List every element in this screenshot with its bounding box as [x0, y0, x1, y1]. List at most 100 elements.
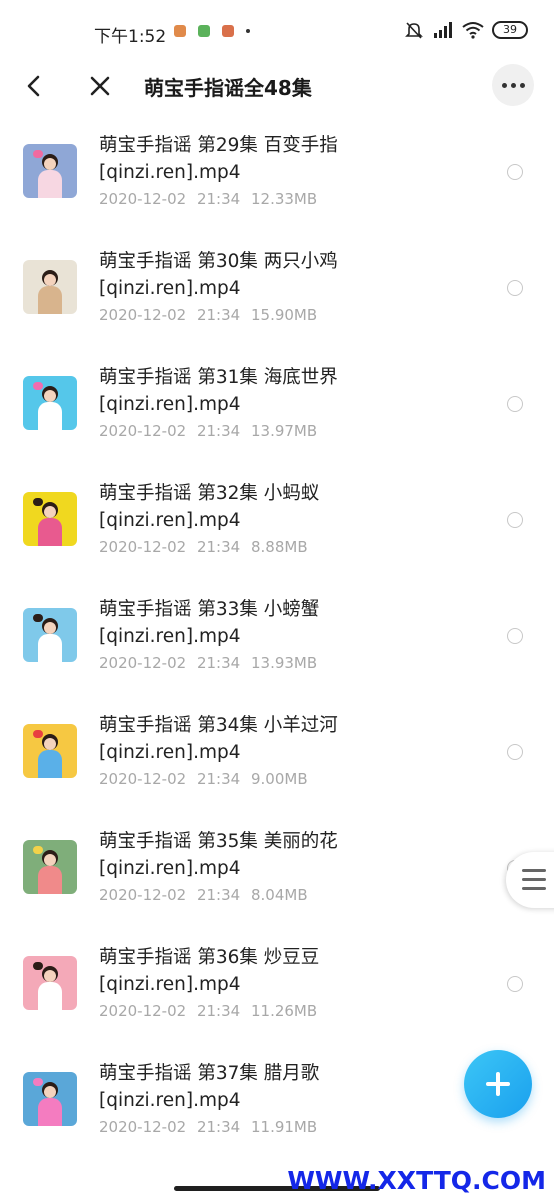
file-row[interactable]: 萌宝手指谣 第30集 两只小鸡 [qinzi.ren].mp4 2020-12-…	[0, 236, 554, 352]
file-name-line1: 萌宝手指谣 第29集 百变手指	[99, 135, 338, 156]
status-time: 下午1:52	[94, 27, 167, 47]
page-title: 萌宝手指谣全48集	[144, 76, 312, 100]
file-meta: 2020-12-02 21:34 8.88MB	[99, 538, 308, 556]
select-radio[interactable]	[507, 744, 523, 760]
chevron-left-icon	[27, 75, 40, 97]
file-time: 21:34	[196, 422, 241, 440]
file-row[interactable]: 萌宝手指谣 第29集 百变手指 [qinzi.ren].mp4 2020-12-…	[0, 120, 554, 236]
file-list: 萌宝手指谣 第29集 百变手指 [qinzi.ren].mp4 2020-12-…	[0, 120, 554, 1164]
file-name-line2: [qinzi.ren].mp4	[99, 742, 241, 763]
file-meta: 2020-12-02 21:34 15.90MB	[99, 306, 317, 324]
battery-indicator: 39	[492, 21, 528, 39]
thumbnail-face	[44, 274, 56, 286]
thumbnail-bow-icon	[33, 962, 43, 970]
file-name-line1: 萌宝手指谣 第34集 小羊过河	[99, 715, 338, 736]
file-size: 9.00MB	[250, 770, 308, 788]
file-name-line2: [qinzi.ren].mp4	[99, 974, 241, 995]
thumbnail-face	[44, 970, 56, 982]
menu-icon	[522, 887, 546, 890]
menu-icon	[522, 869, 546, 872]
side-menu-handle[interactable]	[506, 852, 554, 908]
file-name: 萌宝手指谣 第37集 腊月歌 [qinzi.ren].mp4	[99, 1060, 479, 1114]
file-row[interactable]: 萌宝手指谣 第31集 海底世界 [qinzi.ren].mp4 2020-12-…	[0, 352, 554, 468]
menu-icon	[522, 878, 546, 881]
thumbnail-body	[38, 402, 62, 430]
video-thumbnail	[23, 608, 77, 662]
thumbnail-face	[44, 854, 56, 866]
video-thumbnail	[23, 724, 77, 778]
file-name: 萌宝手指谣 第36集 炒豆豆 [qinzi.ren].mp4	[99, 944, 479, 998]
video-thumbnail	[23, 492, 77, 546]
file-name-line2: [qinzi.ren].mp4	[99, 394, 241, 415]
select-radio[interactable]	[507, 512, 523, 528]
select-radio[interactable]	[507, 976, 523, 992]
video-thumbnail	[23, 144, 77, 198]
thumbnail-body	[38, 1098, 62, 1126]
file-size: 8.88MB	[250, 538, 308, 556]
file-name-line1: 萌宝手指谣 第36集 炒豆豆	[99, 947, 320, 968]
select-radio[interactable]	[507, 164, 523, 180]
watermark: WWW.XXTTQ.COM	[287, 1166, 546, 1195]
file-size: 15.90MB	[250, 306, 318, 324]
file-time: 21:34	[196, 538, 241, 556]
file-name: 萌宝手指谣 第31集 海底世界 [qinzi.ren].mp4	[99, 364, 479, 418]
thumbnail-body	[38, 634, 62, 662]
file-date: 2020-12-02	[99, 190, 187, 208]
file-row[interactable]: 萌宝手指谣 第33集 小螃蟹 [qinzi.ren].mp4 2020-12-0…	[0, 584, 554, 700]
file-date: 2020-12-02	[99, 1002, 187, 1020]
file-date: 2020-12-02	[99, 654, 187, 672]
file-name-line1: 萌宝手指谣 第30集 两只小鸡	[99, 251, 338, 272]
thumbnail-bow-icon	[33, 382, 43, 390]
file-row[interactable]: 萌宝手指谣 第34集 小羊过河 [qinzi.ren].mp4 2020-12-…	[0, 700, 554, 816]
app-notification-icon	[198, 25, 210, 37]
file-row[interactable]: 萌宝手指谣 第35集 美丽的花 [qinzi.ren].mp4 2020-12-…	[0, 816, 554, 932]
file-name-line2: [qinzi.ren].mp4	[99, 162, 241, 183]
wifi-icon	[462, 22, 484, 39]
file-meta: 2020-12-02 21:34 13.93MB	[99, 654, 317, 672]
file-name: 萌宝手指谣 第35集 美丽的花 [qinzi.ren].mp4	[99, 828, 479, 882]
file-name-line1: 萌宝手指谣 第31集 海底世界	[99, 367, 338, 388]
file-meta: 2020-12-02 21:34 11.91MB	[99, 1118, 317, 1136]
add-button[interactable]	[464, 1050, 532, 1118]
thumbnail-bow-icon	[33, 846, 43, 854]
thumbnail-face	[44, 390, 56, 402]
select-radio[interactable]	[507, 628, 523, 644]
close-icon	[90, 76, 110, 96]
video-thumbnail	[23, 840, 77, 894]
thumbnail-bow-icon	[33, 266, 43, 274]
status-app-icons	[174, 25, 250, 37]
thumbnail-bow-icon	[33, 1078, 43, 1086]
file-row[interactable]: 萌宝手指谣 第32集 小蚂蚁 [qinzi.ren].mp4 2020-12-0…	[0, 468, 554, 584]
file-name-line1: 萌宝手指谣 第37集 腊月歌	[99, 1063, 320, 1084]
video-thumbnail	[23, 1072, 77, 1126]
thumbnail-face	[44, 506, 56, 518]
status-right: 39	[404, 20, 528, 40]
thumbnail-body	[38, 286, 62, 314]
back-button[interactable]	[18, 70, 50, 102]
file-name: 萌宝手指谣 第33集 小螃蟹 [qinzi.ren].mp4	[99, 596, 479, 650]
file-meta: 2020-12-02 21:34 9.00MB	[99, 770, 308, 788]
select-radio[interactable]	[507, 396, 523, 412]
video-thumbnail	[23, 376, 77, 430]
file-time: 21:34	[196, 190, 241, 208]
thumbnail-face	[44, 738, 56, 750]
file-row[interactable]: 萌宝手指谣 第36集 炒豆豆 [qinzi.ren].mp4 2020-12-0…	[0, 932, 554, 1048]
file-date: 2020-12-02	[99, 770, 187, 788]
select-radio[interactable]	[507, 280, 523, 296]
file-size: 11.91MB	[250, 1118, 318, 1136]
file-name-line1: 萌宝手指谣 第33集 小螃蟹	[99, 599, 320, 620]
more-horizontal-icon	[510, 82, 516, 88]
file-time: 21:34	[196, 770, 241, 788]
status-bar: 下午1:52 39	[0, 0, 554, 64]
app-notification-icon	[174, 25, 186, 37]
more-notifications-dot-icon	[246, 29, 250, 33]
file-name-line1: 萌宝手指谣 第35集 美丽的花	[99, 831, 338, 852]
more-horizontal-icon	[519, 82, 525, 88]
thumbnail-body	[38, 982, 62, 1010]
close-button[interactable]	[84, 70, 116, 102]
thumbnail-bow-icon	[33, 730, 43, 738]
file-size: 12.33MB	[250, 190, 318, 208]
file-name: 萌宝手指谣 第30集 两只小鸡 [qinzi.ren].mp4	[99, 248, 479, 302]
header: 萌宝手指谣全48集	[0, 58, 554, 114]
more-options-button[interactable]	[492, 64, 534, 106]
